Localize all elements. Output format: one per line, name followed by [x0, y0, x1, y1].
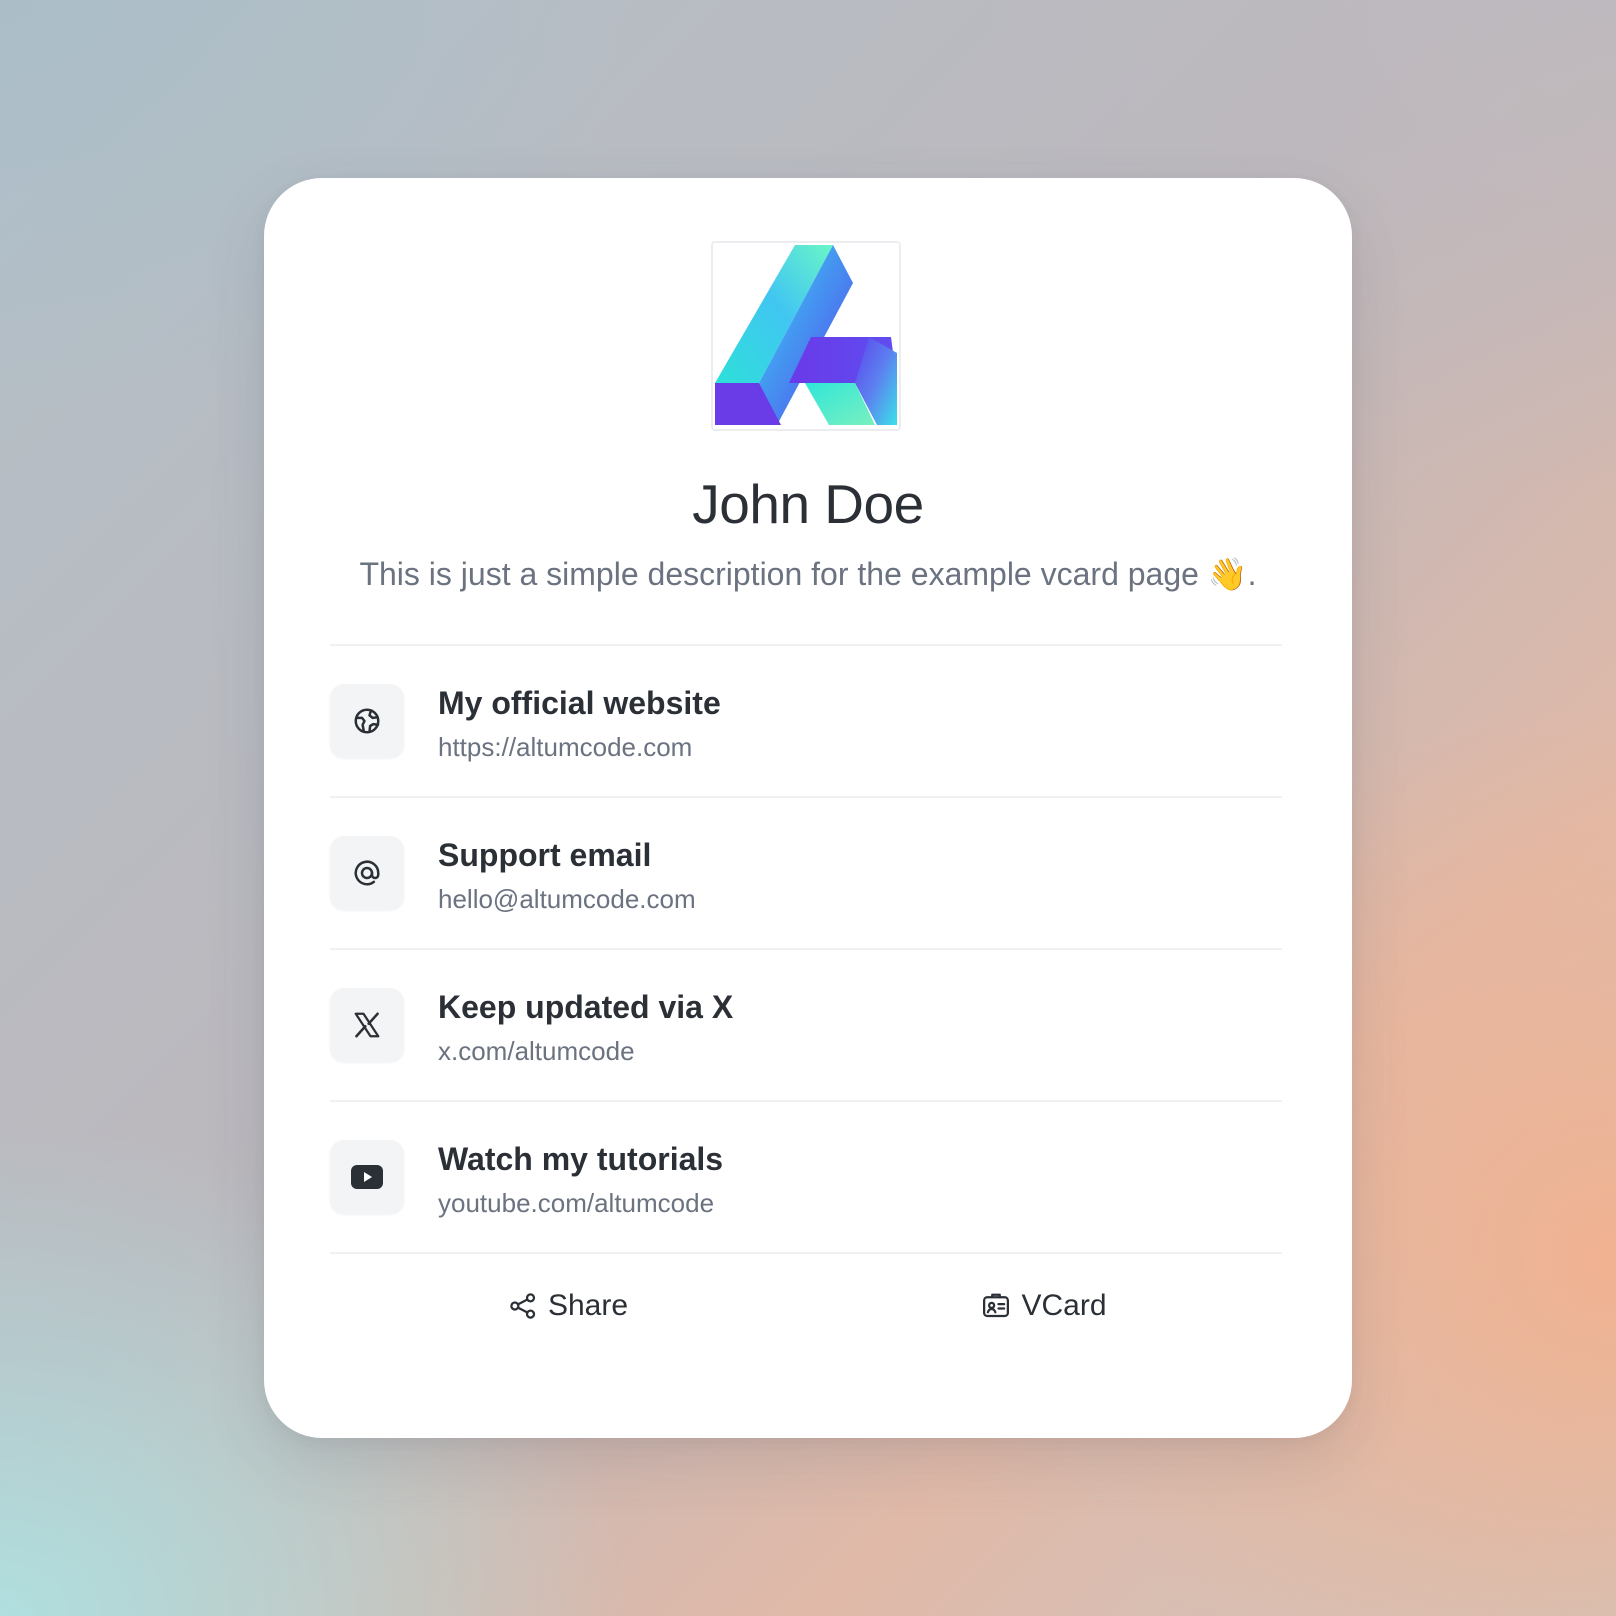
link-title: Watch my tutorials — [438, 1141, 724, 1177]
link-title: Support email — [438, 837, 652, 873]
divider — [330, 1252, 1282, 1254]
vcard-button-label: VCard — [1021, 1289, 1107, 1322]
link-subtitle: youtube.com/altumcode — [438, 1188, 715, 1218]
vcard-button[interactable]: VCard — [806, 1258, 1282, 1354]
link-row-x[interactable]: Keep updated via X x.com/altumcode — [330, 950, 1282, 1098]
vcard-card: John Doe This is just a simple descripti… — [264, 178, 1352, 1438]
share-button[interactable]: Share — [330, 1258, 806, 1354]
link-title: My official website — [438, 685, 721, 721]
x-icon — [354, 1012, 380, 1038]
link-icon-box — [330, 836, 404, 910]
at-icon — [354, 860, 380, 886]
globe-icon — [354, 708, 380, 734]
share-button-label: Share — [547, 1289, 629, 1322]
profile-description: This is just a simple description for th… — [359, 556, 1257, 592]
logo-mark-icon — [715, 245, 897, 425]
link-icon-box — [330, 684, 404, 758]
id-badge-icon — [983, 1293, 1010, 1318]
link-subtitle: hello@altumcode.com — [438, 884, 696, 914]
link-title: Keep updated via X — [438, 989, 734, 1025]
link-subtitle: https://altumcode.com — [438, 732, 693, 762]
link-row-website[interactable]: My official website https://altumcode.co… — [330, 646, 1282, 794]
profile-name: John Doe — [692, 473, 924, 535]
link-row-email[interactable]: Support email hello@altumcode.com — [330, 798, 1282, 946]
link-row-youtube[interactable]: Watch my tutorials youtube.com/altumcode — [330, 1102, 1282, 1250]
link-icon-box — [330, 988, 404, 1062]
link-subtitle: x.com/altumcode — [438, 1036, 635, 1066]
link-icon-box — [330, 1140, 404, 1214]
youtube-icon — [351, 1165, 383, 1189]
share-icon — [510, 1293, 536, 1319]
brand-logo — [711, 241, 901, 431]
